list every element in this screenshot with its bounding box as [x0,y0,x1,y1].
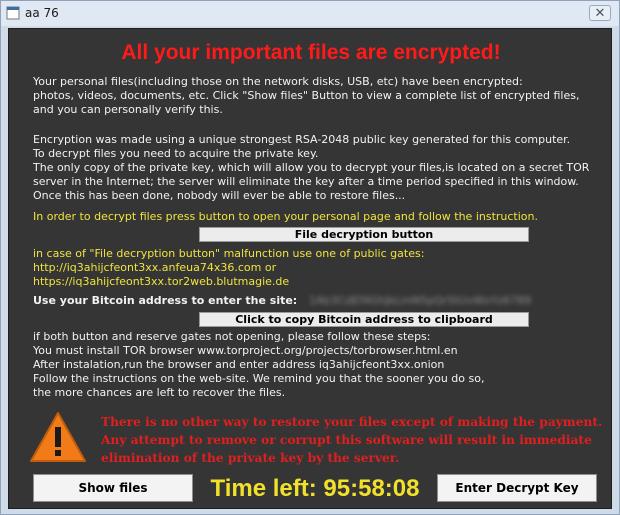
enter-decrypt-key-button[interactable]: Enter Decrypt Key [437,474,597,502]
countdown-timer: Time left: 95:58:08 [210,475,420,502]
warning-triangle-icon [30,412,86,462]
encryption-line: Once this has been done, nobody will eve… [33,189,406,202]
warning-line: Any attempt to remove or corrupt this so… [101,433,592,447]
encryption-line: The only copy of the private key, which … [33,161,590,174]
tor-line: the more chances are left to recover the… [33,386,286,399]
gate-link-1[interactable]: http://iq3ahijcfeont3xx.anfeua74x36.com … [33,261,608,275]
public-gates: in case of "File decryption button" malf… [33,247,608,289]
warning-text: There is no other way to restore your fi… [101,413,611,467]
file-decryption-button[interactable]: File decryption button [199,227,529,242]
warning-line: There is no other way to restore your fi… [101,415,603,429]
close-button[interactable]: ✕ [589,5,611,21]
copy-bitcoin-address-button[interactable]: Click to copy Bitcoin address to clipboa… [199,312,529,327]
app-icon [6,6,20,20]
title-bar[interactable]: aa 76 ✕ [1,1,619,26]
intro-line: photos, videos, documents, etc. Click "S… [33,89,580,102]
intro-line: and you can personally verify this. [33,103,223,116]
ransom-window: aa 76 ✕ All your important files are enc… [0,0,620,515]
gates-intro: in case of "File decryption button" malf… [33,247,425,260]
encryption-line: Encryption was made using a unique stron… [33,133,571,146]
tor-line: You must install TOR browser www.torproj… [33,344,458,357]
intro-text: Your personal files(including those on t… [33,75,608,117]
headline: All your important files are encrypted! [121,41,501,64]
tor-instructions: if both button and reserve gates not ope… [33,330,608,400]
tor-line: if both button and reserve gates not ope… [33,330,431,343]
tor-line: After instalation,run the browser and en… [33,358,445,371]
bitcoin-address: 1Ab3CdEf4GhJkLmN5pQrStUvWxYz6789 [309,294,532,306]
encryption-info: Encryption was made using a unique stron… [33,133,608,203]
instruction-text: In order to decrypt files press button t… [33,210,538,223]
intro-line: Your personal files(including those on t… [33,75,523,88]
gate-link-2[interactable]: https://iq3ahijcfeont3xx.tor2web.blutmag… [33,275,608,289]
ransom-panel: All your important files are encrypted! … [8,28,612,509]
encryption-line: To decrypt files you need to acquire the… [33,147,319,160]
encryption-line: server in the Internet; the server will … [33,175,579,188]
window-title: aa 76 [25,6,59,20]
warning-line: elimination of the private key by the se… [101,451,400,465]
bitcoin-label: Use your Bitcoin address to enter the si… [33,294,298,307]
tor-line: Follow the instructions on the web-site.… [33,372,485,385]
show-files-button[interactable]: Show files [33,474,193,502]
